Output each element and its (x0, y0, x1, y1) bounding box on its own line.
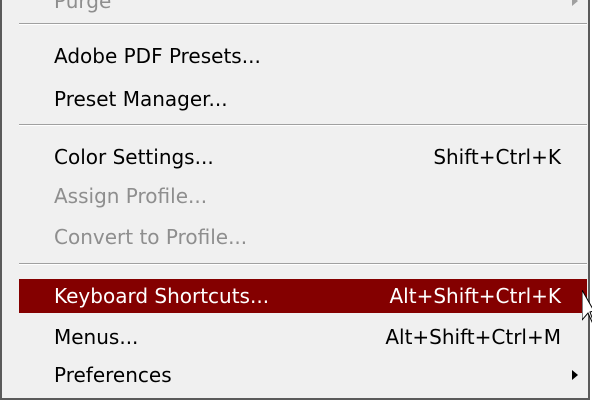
chevron-right-icon (572, 0, 578, 6)
menu-item-shortcut: Alt+Shift+Ctrl+K (389, 284, 561, 308)
menu-item-label: Purge (54, 0, 112, 13)
menu-item-assign-profile: Assign Profile... (19, 179, 587, 213)
menu-item-shortcut: Alt+Shift+Ctrl+M (385, 325, 561, 349)
menu-item-adobe-pdf-presets[interactable]: Adobe PDF Presets... (19, 39, 587, 73)
mouse-pointer-icon (582, 290, 592, 324)
edit-menu: Purge Adobe PDF Presets... Preset Manage… (0, 0, 590, 400)
menu-item-label: Preset Manager... (54, 87, 228, 111)
menu-item-label: Color Settings... (54, 145, 214, 169)
menu-item-label: Convert to Profile... (54, 225, 248, 249)
menu-separator (19, 124, 587, 126)
menu-item-color-settings[interactable]: Color Settings... Shift+Ctrl+K (19, 140, 587, 174)
menu-item-label: Keyboard Shortcuts... (54, 284, 270, 308)
menu-item-preferences[interactable]: Preferences (19, 358, 587, 392)
menu-item-purge: Purge (19, 0, 587, 18)
menu-item-preset-manager[interactable]: Preset Manager... (19, 82, 587, 116)
menu-separator (19, 23, 587, 25)
menu-item-convert-to-profile: Convert to Profile... (19, 220, 587, 254)
menu-item-label: Adobe PDF Presets... (54, 44, 261, 68)
menu-item-label: Preferences (54, 363, 172, 387)
menu-item-shortcut: Shift+Ctrl+K (433, 145, 561, 169)
menu-item-label: Menus... (54, 325, 139, 349)
menu-item-label: Assign Profile... (54, 184, 208, 208)
menu-separator (19, 263, 587, 265)
menu-item-menus[interactable]: Menus... Alt+Shift+Ctrl+M (19, 320, 587, 354)
menu-item-keyboard-shortcuts[interactable]: Keyboard Shortcuts... Alt+Shift+Ctrl+K (19, 279, 587, 313)
chevron-right-icon (572, 370, 578, 380)
